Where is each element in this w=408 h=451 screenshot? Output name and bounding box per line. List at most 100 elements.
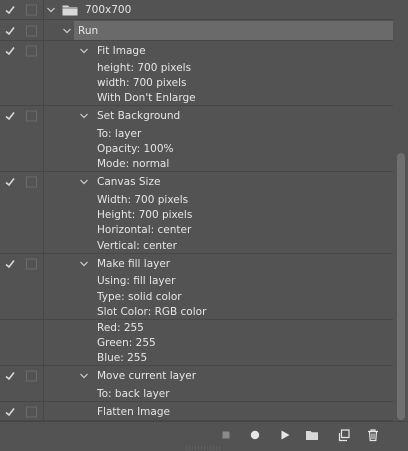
actions-toolbar	[0, 421, 408, 448]
check-icon[interactable]	[4, 110, 16, 122]
dialog-toggle-box[interactable]	[26, 258, 37, 269]
dialog-toggle-box[interactable]	[26, 406, 37, 417]
check-icon[interactable]	[4, 370, 16, 382]
column-divider	[43, 156, 44, 172]
chevron-down-icon[interactable]	[46, 5, 56, 15]
step-param: width: 700 pixels	[0, 75, 393, 90]
step-row-fit-image[interactable]: Fit Image	[0, 41, 393, 60]
step-row-flatten-image[interactable]: Flatten Image	[0, 402, 393, 421]
param-text: Width: 700 pixels	[97, 193, 189, 206]
resize-grip-icon[interactable]	[186, 446, 222, 450]
step-param: height: 700 pixels	[0, 60, 393, 75]
column-divider	[43, 106, 44, 126]
step-name: Make fill layer	[97, 257, 171, 270]
column-divider	[43, 304, 44, 320]
dialog-toggle-box[interactable]	[26, 45, 37, 56]
param-text: Green: 255	[97, 336, 156, 349]
param-text: Opacity: 100%	[97, 142, 174, 155]
param-text: Red: 255	[97, 321, 144, 334]
column-divider	[43, 402, 44, 421]
step-param: To: back layer	[0, 385, 393, 402]
step-row-move-current-layer[interactable]: Move current layer	[0, 366, 393, 385]
new-action-icon[interactable]	[337, 428, 351, 442]
step-param: Horizontal: center	[0, 222, 393, 238]
dialog-toggle-box[interactable]	[26, 4, 37, 16]
check-icon[interactable]	[4, 25, 16, 37]
chevron-down-icon[interactable]	[79, 111, 89, 121]
param-text: Vertical: center	[97, 240, 177, 252]
column-divider	[43, 335, 44, 350]
play-icon[interactable]	[278, 428, 292, 442]
step-param: Green: 255	[0, 335, 393, 350]
column-divider	[43, 20, 44, 41]
column-divider	[43, 238, 44, 254]
column-divider	[43, 141, 44, 156]
step-row-set-background[interactable]: Set Background	[0, 106, 393, 126]
step-param: Red: 255	[0, 320, 393, 335]
column-divider	[43, 385, 44, 402]
dialog-toggle-box[interactable]	[26, 370, 37, 381]
chevron-down-icon[interactable]	[79, 259, 89, 269]
dialog-toggle-box[interactable]	[26, 176, 37, 188]
column-divider	[43, 172, 44, 192]
action-row[interactable]: Run	[0, 20, 393, 41]
step-row-canvas-size[interactable]: Canvas Size	[0, 172, 393, 192]
folder-icon[interactable]	[305, 428, 319, 442]
dialog-toggle-box[interactable]	[26, 110, 37, 122]
column-divider	[43, 222, 44, 238]
column-divider	[43, 75, 44, 90]
chevron-down-icon[interactable]	[62, 26, 72, 36]
step-name: Flatten Image	[97, 405, 170, 418]
folder-icon	[62, 5, 78, 16]
column-divider	[43, 41, 44, 60]
step-param: Height: 700 pixels	[0, 207, 393, 222]
param-text: To: back layer	[97, 387, 170, 400]
selection-highlight	[74, 21, 393, 40]
chevron-down-icon[interactable]	[79, 177, 89, 187]
step-param: Slot Color: RGB color	[0, 304, 393, 320]
step-param: With Don't Enlarge	[0, 90, 393, 106]
step-param: Opacity: 100%	[0, 141, 393, 156]
step-row-make-fill-layer[interactable]: Make fill layer	[0, 254, 393, 273]
chevron-down-icon[interactable]	[79, 46, 89, 56]
param-text: Height: 700 pixels	[97, 208, 193, 221]
step-param: To: layer	[0, 126, 393, 141]
step-name: Fit Image	[97, 44, 146, 57]
record-icon[interactable]	[248, 428, 262, 442]
param-text: Horizontal: center	[97, 224, 192, 236]
step-param: Blue: 255	[0, 350, 393, 366]
dialog-toggle-box[interactable]	[26, 25, 37, 36]
param-text: Type: solid color	[97, 290, 182, 303]
column-divider	[43, 320, 44, 335]
column-divider	[43, 366, 44, 385]
check-icon[interactable]	[4, 258, 16, 270]
scrollbar-thumb[interactable]	[397, 153, 405, 420]
param-text: To: layer	[97, 127, 142, 140]
column-divider	[43, 192, 44, 207]
param-text: width: 700 pixels	[97, 76, 187, 89]
stop-icon[interactable]	[219, 428, 233, 442]
step-name: Set Background	[97, 110, 181, 122]
column-divider	[43, 254, 44, 273]
column-divider	[43, 273, 44, 289]
check-icon[interactable]	[4, 406, 16, 418]
step-param: Mode: normal	[0, 156, 393, 172]
column-divider	[43, 207, 44, 222]
column-divider	[43, 60, 44, 75]
action-set-row[interactable]: 700x700	[0, 0, 393, 20]
param-text: Mode: normal	[97, 158, 170, 170]
chevron-down-icon[interactable]	[79, 371, 89, 381]
column-divider	[43, 0, 44, 20]
check-icon[interactable]	[4, 4, 16, 16]
step-name: Canvas Size	[97, 176, 161, 188]
trash-icon[interactable]	[366, 428, 380, 442]
step-param: Vertical: center	[0, 238, 393, 254]
param-text: Using: fill layer	[97, 275, 176, 287]
check-icon[interactable]	[4, 45, 16, 57]
param-text: Blue: 255	[97, 352, 148, 364]
param-text: Slot Color: RGB color	[97, 306, 207, 318]
action-set-name: 700x700	[85, 4, 132, 16]
step-name: Move current layer	[97, 369, 197, 382]
check-icon[interactable]	[4, 176, 16, 188]
column-divider	[43, 289, 44, 304]
